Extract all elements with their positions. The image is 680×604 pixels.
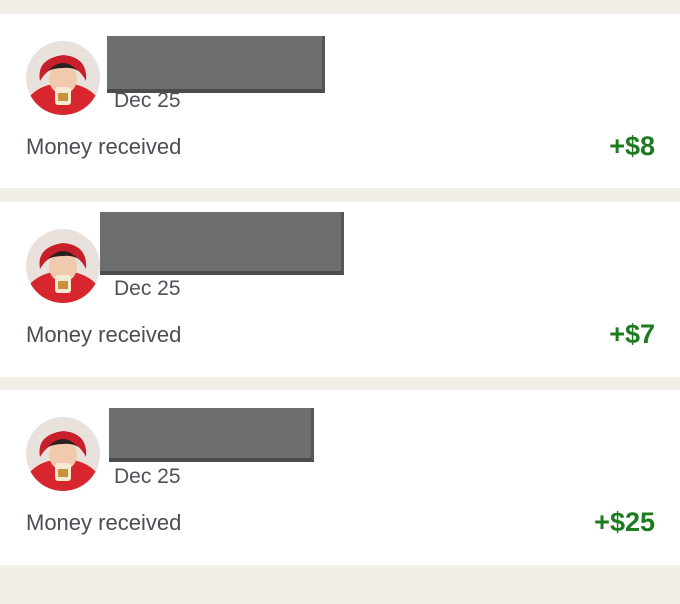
transaction-amount: +$8: [609, 131, 655, 161]
transaction-date: Dec 25: [114, 89, 181, 112]
transaction-date: Dec 25: [114, 465, 181, 488]
transaction-description: Money received: [26, 510, 182, 535]
transaction-date: Dec 25: [114, 277, 181, 300]
redacted-name: [107, 36, 325, 93]
avatar: [26, 229, 100, 303]
transaction-card[interactable]: Dec 25 Money received +$8: [0, 14, 680, 188]
transaction-card[interactable]: Dec 25 Money received +$7: [0, 202, 680, 377]
avatar: [26, 417, 100, 491]
transaction-description: Money received: [26, 134, 182, 159]
redacted-name: [100, 212, 344, 275]
transaction-description: Money received: [26, 322, 182, 347]
avatar: [26, 41, 100, 115]
transaction-card[interactable]: Dec 25 Money received +$25: [0, 390, 680, 565]
transaction-amount: +$7: [609, 319, 655, 349]
redacted-name: [109, 408, 314, 462]
transaction-amount: +$25: [594, 507, 655, 537]
